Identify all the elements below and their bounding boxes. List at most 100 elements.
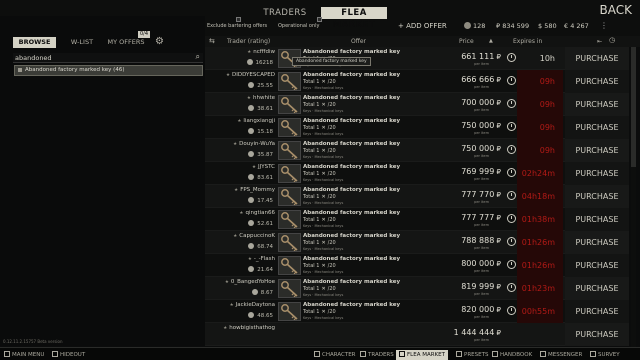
offer-item-name[interactable]: Abandoned factory marked key [303,187,400,193]
purchase-button[interactable]: PURCHASE [565,47,629,70]
purchase-button[interactable]: PURCHASE [565,300,629,323]
trader-name[interactable]: FPS_Mommy [234,187,275,193]
trader-cell[interactable]: FPS_Mommy 17.45 [223,185,277,208]
price-per-item: per item [474,85,489,89]
trader-name[interactable]: hhwhite [247,95,275,101]
column-offer[interactable]: Offer [351,38,366,45]
purchase-button[interactable]: PURCHASE [565,116,629,139]
purchase-button[interactable]: PURCHASE [565,185,629,208]
purchase-button[interactable]: PURCHASE [565,208,629,231]
purchase-button[interactable]: PURCHASE [565,93,629,116]
key-icon[interactable] [278,256,301,275]
trader-name[interactable]: -_-Flash [248,256,275,262]
offer-item-name[interactable]: Abandoned factory marked key [303,302,400,308]
key-icon[interactable] [278,72,301,91]
trader-name[interactable]: liangxiangji [237,118,275,124]
tab-my-offers[interactable]: MY OFFERS [106,37,146,48]
refresh-icon[interactable]: ⇆ [209,37,215,45]
key-icon[interactable] [278,118,301,137]
trader-name[interactable]: 0_BangedYoHoe [225,279,275,285]
offer-item-name[interactable]: Abandoned factory marked key [303,95,400,101]
purchase-button[interactable]: PURCHASE [565,323,629,346]
durability-icon: ✕ [321,309,326,315]
column-price[interactable]: Price [459,38,474,45]
my-offers-badge: 0/4 [138,31,150,38]
offer-item-name[interactable]: Abandoned factory marked key [303,72,400,78]
key-icon[interactable] [278,187,301,206]
nav-flea-market[interactable]: FLEA MARKET [396,350,448,360]
trader-cell[interactable]: 0_BangedYoHoe 8.67 [223,277,277,300]
trader-cell[interactable]: qingtian66 52.61 [223,208,277,231]
key-icon[interactable] [278,279,301,298]
trader-cell[interactable]: JJYSTC 83.61 [223,162,277,185]
key-icon[interactable] [278,164,301,183]
sort-up-icon[interactable]: ▲ [489,38,493,44]
purchase-button[interactable]: PURCHASE [565,70,629,93]
trader-cell[interactable]: Douyin-WuYa 35.87 [223,139,277,162]
trader-name[interactable]: CappuccinoK [233,233,275,239]
more-options-icon[interactable]: ⋮ [600,21,608,30]
purchase-button[interactable]: PURCHASE [565,254,629,277]
exclude-bartering-checkbox[interactable] [236,17,241,22]
hideout-icon [52,351,58,357]
key-icon[interactable] [278,141,301,160]
offer-item-name[interactable]: Abandoned factory marked key [303,49,400,55]
hideout-button[interactable]: HIDEOUT [52,350,85,360]
search-result-item[interactable]: Abandoned factory marked key (46) [14,65,203,76]
trader-name[interactable]: ncfffdiw [247,49,275,55]
nav-character[interactable]: CHARACTER [314,350,356,360]
trader-cell[interactable]: ncfffdiw 16218 [223,47,277,70]
nav-traders[interactable]: TRADERS [360,350,394,360]
tab-wishlist[interactable]: W-LIST [62,37,102,48]
operational-only-checkbox[interactable] [317,17,322,22]
nav-handbook[interactable]: HANDBOOK [492,350,532,360]
trader-name[interactable]: Douyin-WuYa [233,141,275,147]
expand-icon[interactable]: ⇤ [597,38,602,45]
back-button[interactable]: BACK [600,3,632,17]
key-icon[interactable] [278,302,301,321]
offer-item-name[interactable]: Abandoned factory marked key [303,141,400,147]
tab-flea-market[interactable]: FLEA MARKET [321,7,387,30]
column-trader[interactable]: Trader (rating) [227,38,270,45]
trader-cell[interactable]: DIDDYESCAPED 25.55 [223,70,277,93]
trader-cell[interactable]: CappuccinoK 68.74 [223,231,277,254]
offer-item-name[interactable]: Abandoned factory marked key [303,233,400,239]
offer-total: Total 1✕/20 [303,263,336,269]
nav-messenger[interactable]: MESSENGER [540,350,582,360]
offer-item-name[interactable]: Abandoned factory marked key [303,118,400,124]
trader-cell[interactable]: -_-Flash 21.64 [223,254,277,277]
nav-survey[interactable]: SURVEY [590,350,620,360]
key-icon[interactable] [278,233,301,252]
offer-item-name[interactable]: Abandoned factory marked key [303,210,400,216]
offer-item-name[interactable]: Abandoned factory marked key [303,164,400,170]
add-offer-button[interactable]: + ADD OFFER [398,22,447,30]
trader-name[interactable]: qingtian66 [239,210,275,216]
main-menu-button[interactable]: MAIN MENU [4,350,44,360]
trader-rating: 35.87 [248,151,273,158]
key-icon[interactable] [278,95,301,114]
trader-name[interactable]: howbigisthathog [223,325,275,331]
trader-cell[interactable]: JackieDaytona 48.65 [223,300,277,323]
gear-icon[interactable]: ⚙ [155,36,164,47]
purchase-button[interactable]: PURCHASE [565,231,629,254]
column-expires[interactable]: Expires in [513,38,542,45]
trader-name[interactable]: DIDDYESCAPED [226,72,275,78]
search-input[interactable] [15,53,185,63]
nav-presets[interactable]: PRESETS [456,350,488,360]
scrollbar-thumb[interactable] [631,47,636,167]
trader-name[interactable]: JJYSTC [252,164,275,170]
trader-cell[interactable]: howbigisthathog [223,323,277,346]
purchase-button[interactable]: PURCHASE [565,139,629,162]
offer-item-name[interactable]: Abandoned factory marked key [303,256,400,262]
tab-browse[interactable]: BROWSE [13,37,56,48]
key-icon[interactable] [278,210,301,229]
search-icon[interactable]: ⌕ [196,52,200,62]
tab-traders[interactable]: TRADERS [262,7,308,19]
trader-cell[interactable]: hhwhite 38.61 [223,93,277,116]
trader-name[interactable]: JackieDaytona [230,302,275,308]
offer-price: 750 000 [437,121,501,130]
trader-cell[interactable]: liangxiangji 15.18 [223,116,277,139]
purchase-button[interactable]: PURCHASE [565,162,629,185]
purchase-button[interactable]: PURCHASE [565,277,629,300]
offer-item-name[interactable]: Abandoned factory marked key [303,279,400,285]
